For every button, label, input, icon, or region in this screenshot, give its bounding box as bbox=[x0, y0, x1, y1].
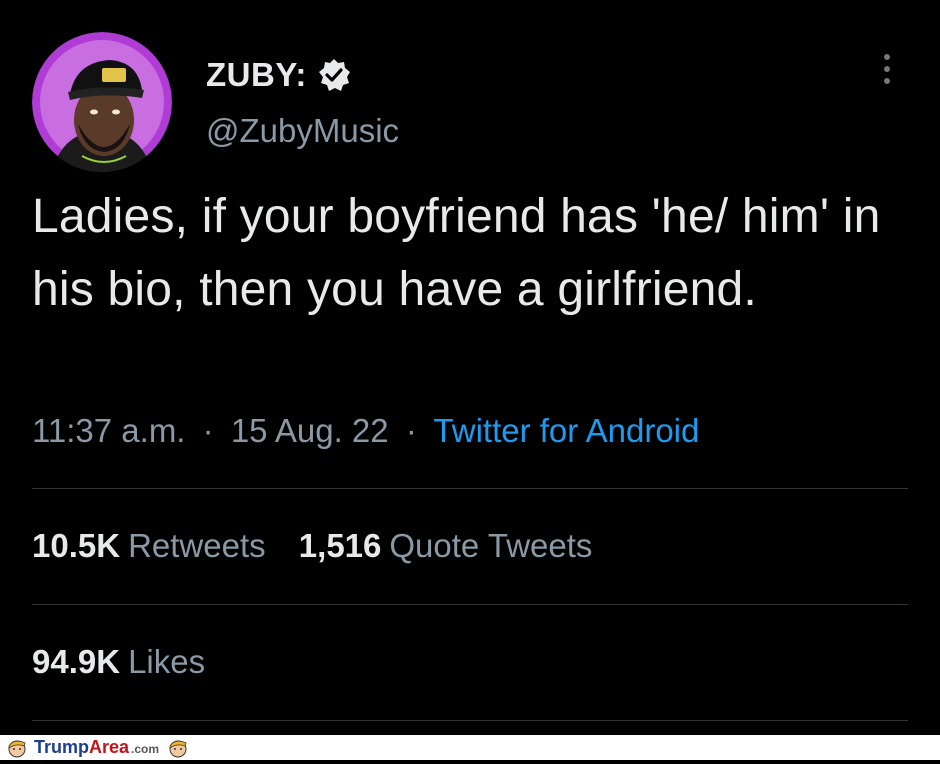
avatar[interactable] bbox=[32, 32, 172, 172]
quote-tweets-stat[interactable]: 1,516 Quote Tweets bbox=[299, 527, 593, 565]
retweets-count: 10.5K bbox=[32, 527, 121, 564]
avatar-image bbox=[32, 32, 172, 172]
meta-separator: · bbox=[405, 412, 417, 449]
author-row[interactable]: ZUBY: bbox=[206, 56, 351, 94]
likes-count: 94.9K bbox=[32, 643, 121, 680]
tweet-meta: 11:37 a.m. · 15 Aug. 22 · Twitter for An… bbox=[32, 412, 699, 450]
likes-row: 94.9K Likes bbox=[32, 643, 229, 681]
retweets-label: Retweets bbox=[128, 527, 266, 564]
more-options-icon[interactable] bbox=[876, 54, 898, 94]
cartoon-face-icon bbox=[6, 737, 28, 759]
tweet-card: ZUBY: @ZubyMusic Ladies, if your boyfrie… bbox=[0, 0, 940, 735]
divider bbox=[32, 720, 908, 721]
watermark-com: .com bbox=[131, 742, 160, 756]
watermark-area: Area bbox=[89, 737, 130, 757]
watermark-bar: TrumpArea .com bbox=[0, 735, 940, 760]
tweet-text: Ladies, if your boyfriend has 'he/ him' … bbox=[32, 190, 881, 316]
tweet-date[interactable]: 15 Aug. 22 bbox=[231, 412, 389, 449]
tweet-time[interactable]: 11:37 a.m. bbox=[32, 412, 185, 449]
verified-badge-icon bbox=[317, 58, 351, 92]
cartoon-face-icon bbox=[167, 737, 189, 759]
author-handle[interactable]: @ZubyMusic bbox=[206, 112, 399, 150]
quote-tweets-label: Quote Tweets bbox=[389, 527, 593, 564]
author-display-name[interactable]: ZUBY: bbox=[206, 56, 307, 94]
divider bbox=[32, 604, 908, 605]
watermark-logo[interactable]: TrumpArea .com bbox=[34, 737, 159, 758]
retweets-stat[interactable]: 10.5K Retweets bbox=[32, 527, 266, 565]
likes-stat[interactable]: 94.9K Likes bbox=[32, 643, 205, 681]
quote-tweets-count: 1,516 bbox=[298, 527, 382, 564]
tweet-source-link[interactable]: Twitter for Android bbox=[433, 412, 699, 449]
likes-label: Likes bbox=[128, 643, 206, 680]
watermark-trump: Trump bbox=[34, 737, 90, 757]
stats-row: 10.5K Retweets 1,516 Quote Tweets bbox=[32, 527, 616, 565]
divider bbox=[32, 488, 908, 489]
meta-separator: · bbox=[202, 412, 214, 449]
